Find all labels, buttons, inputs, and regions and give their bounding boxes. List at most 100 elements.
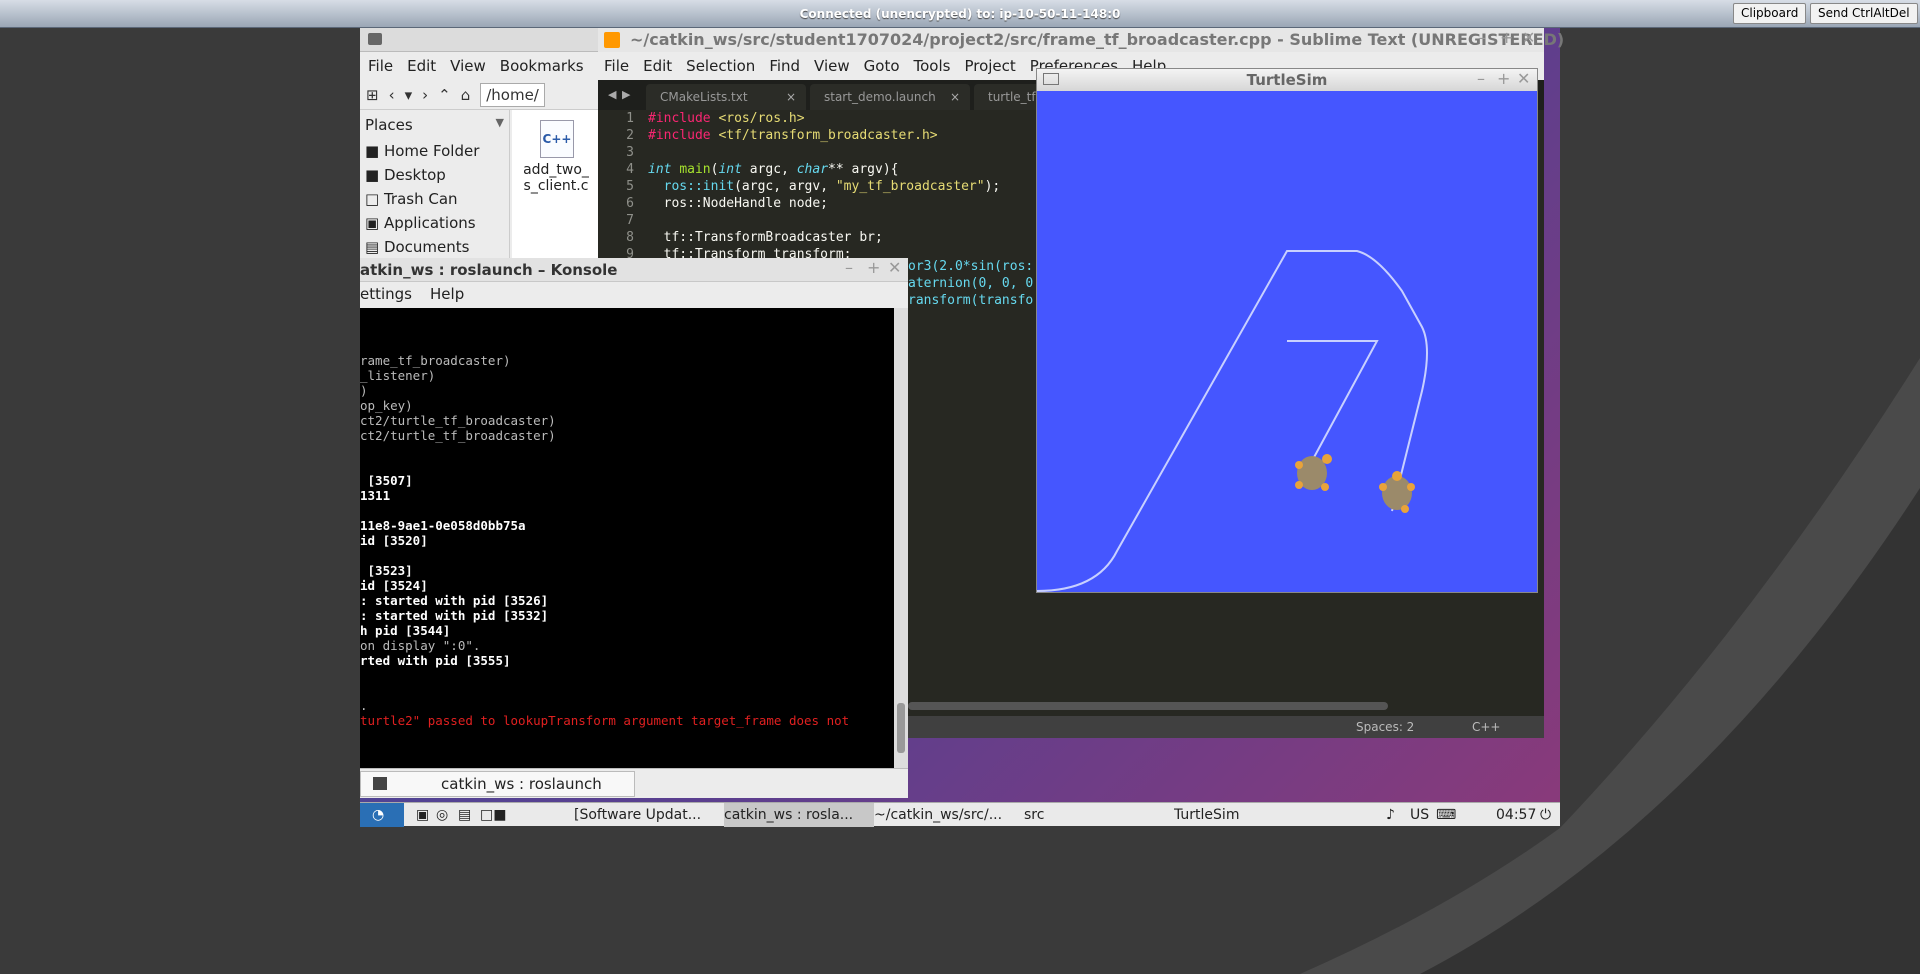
syntax-status[interactable]: C++ [1472,716,1501,738]
tab-cmakelists[interactable]: CMakeLists.txt × [646,84,806,110]
maximize-icon[interactable]: + [1500,28,1513,47]
line-number: 4 [626,162,634,177]
history-dropdown-icon[interactable]: ▾ [405,86,413,104]
place-label: Trash Can [383,190,458,208]
terminal-line: rted with pid [3555] [360,653,511,668]
terminal-line: turtle2" passed to lookupTransform argum… [360,713,850,728]
konsole-tabbar: catkin_ws : roslaunch [360,768,908,798]
clock[interactable]: 04:57 [1496,803,1536,827]
up-icon[interactable]: ⌃ [438,86,451,104]
task-konsole[interactable]: catkin_ws : rosla... [724,803,874,827]
place-documents[interactable]: ▤ Documents [360,236,509,260]
close-icon[interactable]: ✕ [1517,69,1530,88]
task-turtlesim[interactable]: TurtleSim [1174,803,1324,827]
terminal-scrollbar[interactable] [894,308,908,768]
terminal-output[interactable]: rame_tf_broadcaster) _listener)) op_key) ct… [360,308,894,768]
new-tab-icon[interactable]: ⊞ [366,86,379,104]
places-sidebar: Places ▼ ■ Home Folder ■ Desktop □ Trash… [360,110,510,263]
minimize-icon[interactable]: – [1477,69,1485,88]
window-menu-icon[interactable] [1043,73,1059,85]
tab-scroll-left-icon[interactable]: ◀ [608,88,616,101]
close-icon[interactable]: ✕ [888,258,901,277]
start-menu-button[interactable]: ◔ [360,803,404,827]
minimize-icon[interactable]: – [1478,28,1486,47]
terminal-line: . [360,698,368,713]
file-manager-window: File Edit View Bookmarks G ⊞ ‹ ▾ › ⌃ ⌂ /… [360,28,609,263]
tab-close-icon[interactable]: × [950,84,960,110]
konsole-tab[interactable]: catkin_ws : roslaunch [360,771,635,797]
place-desktop[interactable]: ■ Desktop [360,164,509,188]
horizontal-scrollbar[interactable] [908,702,1388,710]
terminal-line: : started with pid [3526] [360,593,549,608]
sub-menu-find[interactable]: Find [769,57,800,75]
desktop-icon: ■ [365,166,384,184]
code-line: ros::init(argc, argv, "my_tf_broadcaster… [663,179,1001,194]
keyboard-layout[interactable]: US [1410,803,1432,827]
place-applications[interactable]: ▣ Applications [360,212,509,236]
volume-icon[interactable]: ♪ [1386,803,1408,827]
task-label: ~/catkin_ws/src/... [874,807,1003,823]
ko-menu-help[interactable]: Help [430,285,464,303]
task-src-folder[interactable]: src [1024,803,1154,827]
tab-scroll-right-icon[interactable]: ▶ [622,88,630,101]
place-home-folder[interactable]: ■ Home Folder [360,140,509,164]
sub-menu-file[interactable]: File [604,57,629,75]
line-number: 2 [626,128,634,143]
home-folder-icon: ■ [365,142,384,160]
turtle1-icon [1295,454,1332,491]
show-desktop-icon[interactable]: ▣ [416,803,432,827]
send-ctrlaltdel-button[interactable]: Send CtrlAltDel [1810,3,1918,24]
maximize-icon[interactable]: + [867,258,880,277]
browser-icon[interactable]: ◎ [436,803,452,827]
maximize-icon[interactable]: + [1497,69,1510,88]
places-header[interactable]: Places ▼ [360,110,509,140]
fm-menu-file[interactable]: File [368,57,393,75]
path-bar[interactable]: /home/ [480,82,545,107]
terminal-line: 11e8-9ae1-0e058d0bb75a [360,518,526,533]
konsole-title: atkin_ws : roslaunch – Konsole [360,261,618,279]
sub-menu-project[interactable]: Project [964,57,1015,75]
home-icon[interactable]: ⌂ [461,86,471,104]
sub-menu-goto[interactable]: Goto [864,57,900,75]
keyboard-icon[interactable]: ⌨ [1436,803,1458,827]
sub-menu-tools[interactable]: Tools [914,57,951,75]
fm-menu-view[interactable]: View [450,57,486,75]
sub-menu-edit[interactable]: Edit [643,57,672,75]
tab-close-icon[interactable]: × [786,84,796,110]
sub-menu-selection[interactable]: Selection [686,57,755,75]
taskbar: ◔ ▣ ◎ ▤ □■ [Software Updat... catkin_ws … [360,802,1560,827]
forward-icon[interactable]: › [422,86,428,104]
scrollbar-thumb[interactable] [897,703,905,753]
konsole-menubar: ettings Help [360,282,908,306]
tab-start-demo-launch[interactable]: start_demo.launch × [810,84,970,110]
back-icon[interactable]: ‹ [389,86,395,104]
workspace-switcher[interactable]: □■ [480,803,512,827]
file-manager-menubar: File Edit View Bookmarks G [360,52,609,80]
line-number: 7 [626,213,634,228]
ko-menu-settings[interactable]: ettings [360,285,412,303]
file-manager-icon[interactable]: ▤ [458,803,476,827]
cpp-file-icon[interactable]: C++ [540,120,574,158]
task-software-updater[interactable]: [Software Updat... [574,803,724,827]
fm-menu-bookmarks[interactable]: Bookmarks [500,57,584,75]
terminal-line: ct2/turtle_tf_broadcaster) [360,413,556,428]
terminal-line: h pid [3544] [360,623,451,638]
sub-menu-view[interactable]: View [814,57,850,75]
terminal-line: on display ":0". [360,638,481,653]
file-name[interactable]: add_two_ s_client.c [512,162,600,194]
task-sublime[interactable]: ~/catkin_ws/src/... [874,803,1014,827]
fm-menu-edit[interactable]: Edit [407,57,436,75]
place-trash[interactable]: □ Trash Can [360,188,509,212]
power-icon[interactable]: ⏻ [1540,803,1558,827]
minimize-icon[interactable]: – [845,258,853,277]
code-line: #include <tf/transform_broadcaster.h> [648,128,938,143]
close-icon[interactable]: ✕ [1522,28,1535,47]
indentation-status[interactable]: Spaces: 2 [1356,716,1414,738]
clipboard-button[interactable]: Clipboard [1733,3,1807,24]
chevron-down-icon[interactable]: ▼ [496,116,504,129]
